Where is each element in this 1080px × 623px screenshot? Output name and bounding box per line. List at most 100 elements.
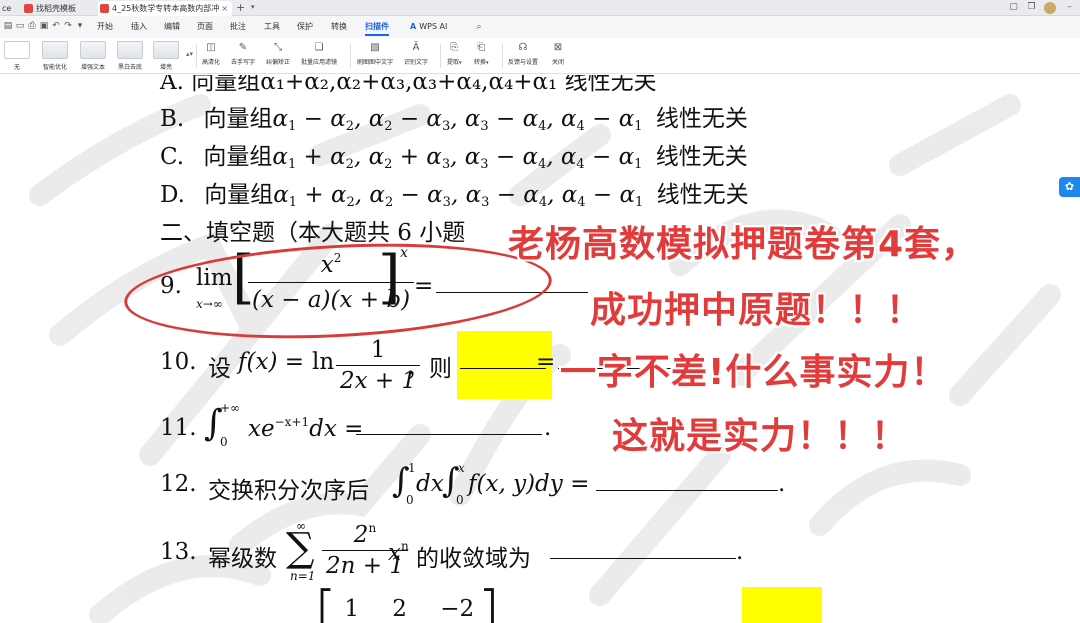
eraser-icon: ✎	[238, 42, 248, 53]
style-smart-optimize[interactable]: 智能优化	[40, 41, 70, 72]
option-text: 向量组	[203, 144, 273, 170]
tool-remove-handwriting[interactable]: ✎ 去手写字	[231, 42, 255, 72]
print-preview-icon[interactable]: ▣	[39, 21, 49, 31]
style-thumbnail	[80, 41, 106, 59]
menu-page[interactable]: 页面	[197, 16, 213, 38]
option-label: B.	[160, 106, 185, 132]
matrix-cell: 2	[392, 596, 407, 622]
print-icon[interactable]: ⎙	[27, 21, 37, 31]
undo-icon[interactable]: ↶	[51, 21, 61, 31]
tool-label: 去手写字	[231, 59, 256, 66]
tab-docer-template[interactable]: 找稻壳模板	[22, 1, 96, 16]
style-enhance-text[interactable]: 增强文本	[78, 41, 108, 72]
tool-label: 刷图图中文字	[357, 59, 394, 66]
integral-upper: x	[458, 461, 465, 475]
style-thumbnail	[4, 41, 30, 59]
tool-batch-filter[interactable]: ❏ 批量应用滤镜	[301, 42, 337, 72]
tool-close[interactable]: ⊠ 关闭	[552, 42, 564, 72]
option-d: D. 向量组α1 + α2, α2 − α3, α3 − α4, α4 − α1…	[160, 175, 749, 210]
section-heading-text: 二、填空题（本大题共 6 小题	[160, 220, 466, 246]
q12-integrand: f(x, y)dy =	[468, 471, 590, 497]
style-label: 无	[13, 64, 20, 71]
option-label: C.	[160, 144, 185, 170]
tool-feedback-settings[interactable]: ☊ 反馈与设置	[508, 42, 538, 72]
option-c: C. 向量组α1 + α2, α2 + α3, α3 − α4, α4 − α1…	[160, 137, 748, 172]
divider	[350, 44, 351, 68]
wps-ai-icon: A	[410, 22, 417, 31]
tool-label: 高清化	[202, 59, 221, 66]
option-formula: α1 − α2, α2 − α3, α3 − α4, α4 − α1	[272, 106, 643, 134]
option-a-text: A. 向量组α₁+α₂,α₂+α₃,α₃+α₄,α₄+α₁ 线性无关	[160, 75, 657, 95]
question-text: 幂级数	[208, 546, 277, 572]
tab-label: 找稻壳模板	[36, 4, 76, 13]
image-text-icon: ▧	[370, 42, 380, 53]
tool-hd[interactable]: ◫ 高清化	[202, 42, 220, 72]
tool-convert[interactable]: ⎗ 转换▾	[474, 42, 489, 72]
window-layout-icon[interactable]: ▢	[1008, 2, 1019, 13]
menu-protect[interactable]: 保护	[297, 16, 313, 38]
style-bw-remove-bg[interactable]: 黑白去底	[115, 41, 145, 72]
minimize-icon[interactable]: –	[1064, 2, 1075, 13]
style-brighten[interactable]: 增亮	[151, 41, 181, 72]
title-tab-bar: ce 找稻壳模板 4_25秋数学专转本高数内部冲 × + ▾ ▢ ❐ –	[0, 0, 1080, 16]
close-tab-icon[interactable]: ×	[221, 1, 228, 16]
style-none[interactable]: 无	[2, 41, 32, 72]
tool-label: 纠偏矫正	[266, 59, 291, 66]
side-assistant-button[interactable]: ✿	[1059, 177, 1080, 197]
assistant-icon: ✿	[1064, 180, 1075, 193]
extract-icon: ⎘	[450, 42, 459, 53]
style-label: 增亮	[159, 64, 172, 71]
option-b: B. 向量组α1 − α2, α2 − α3, α3 − α4, α4 − α1…	[160, 99, 748, 134]
menu-tools[interactable]: 工具	[264, 16, 280, 38]
menu-convert[interactable]: 转换	[331, 16, 347, 38]
integral-lower: 0	[456, 493, 464, 507]
search-icon[interactable]: ⌕	[474, 22, 484, 32]
tab-label: 4_25秋数学专转本高数内部冲	[112, 4, 220, 13]
avatar[interactable]	[1044, 2, 1056, 14]
yellow-highlight	[742, 587, 822, 623]
tab-label: ce	[2, 4, 12, 13]
integral-lower: 0	[406, 493, 414, 507]
menu-scan[interactable]: 扫描件	[365, 16, 389, 38]
integral-upper: 1	[408, 461, 416, 475]
option-tail: 线性无关	[655, 144, 748, 170]
ln-text: ln	[312, 349, 335, 375]
menu-insert[interactable]: 插入	[131, 16, 147, 38]
style-label: 增强文本	[80, 64, 105, 71]
matrix-bracket-left: ⎡	[318, 589, 333, 623]
docer-icon	[24, 4, 33, 13]
question-number: 13.	[160, 539, 197, 565]
save-icon[interactable]: ▤	[3, 21, 13, 31]
tool-image-text[interactable]: ▧ 刷图图中文字	[357, 42, 393, 72]
tab-current-pdf[interactable]: 4_25秋数学专转本高数内部冲 ×	[98, 1, 232, 16]
chevron-down-icon[interactable]: ▾	[75, 21, 85, 31]
question-number: 10.	[160, 349, 197, 375]
tab-partial[interactable]: ce	[0, 1, 18, 16]
divider	[196, 44, 197, 68]
tool-ocr[interactable]: Ā 识别文字	[404, 42, 428, 72]
tab-list-chevron-icon[interactable]: ▾	[251, 0, 255, 15]
q13-power: xn	[388, 539, 409, 566]
new-tab-icon[interactable]: +	[236, 0, 245, 15]
option-text: 向量组	[203, 106, 273, 132]
redo-icon[interactable]: ↷	[63, 21, 73, 31]
folder-icon[interactable]: ▭	[15, 21, 25, 31]
matrix-cell: 1	[344, 596, 359, 622]
option-a-partial: A. 向量组α₁+α₂,α₂+α₃,α₃+α₄,α₄+α₁ 线性无关	[160, 75, 657, 96]
tool-extract[interactable]: ⎘ 提取▾	[447, 42, 462, 72]
window-restore-icon[interactable]: ❐	[1026, 2, 1037, 13]
tool-label: 批量应用滤镜	[301, 59, 338, 66]
menu-wps-ai[interactable]: A WPS AI	[410, 16, 447, 38]
sigma-upper: ∞	[296, 519, 306, 533]
overlay-line-2: 成功押中原题！！！	[590, 290, 924, 331]
question-number: 11.	[160, 415, 197, 441]
menu-home[interactable]: 开始	[97, 16, 113, 38]
styles-expand-icon[interactable]: ▴▾	[186, 50, 193, 58]
style-thumbnail	[117, 41, 143, 59]
document-page: A. 向量组α₁+α₂,α₂+α₃,α₃+α₄,α₄+α₁ 线性无关 B. 向量…	[0, 75, 1080, 623]
menu-edit[interactable]: 编辑	[164, 16, 180, 38]
period: .	[778, 471, 786, 497]
menu-comment[interactable]: 批注	[230, 16, 246, 38]
tool-deskew[interactable]: ⤡ 纠偏矫正	[266, 42, 290, 72]
option-tail: 线性无关	[655, 106, 748, 132]
